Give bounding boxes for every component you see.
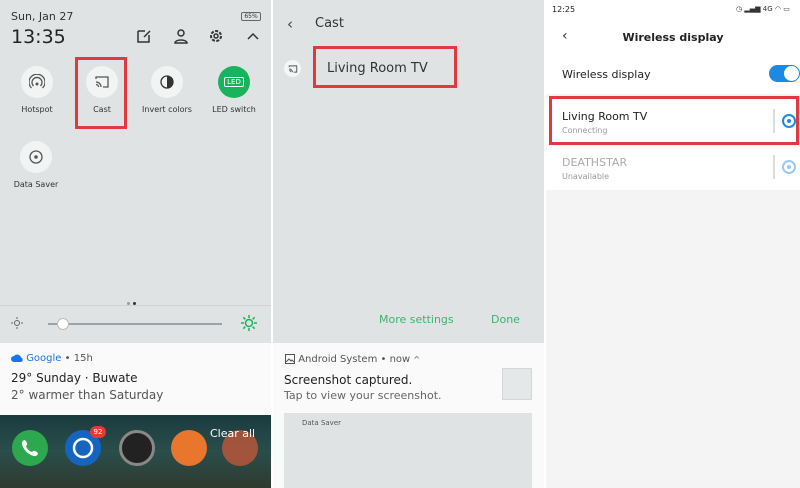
page-title: Wireless display <box>622 31 724 44</box>
led-icon: LED <box>224 77 244 87</box>
screenshot-preview: Data Saver <box>284 413 532 488</box>
highlight-box <box>549 96 799 145</box>
brightness-slider-track[interactable] <box>48 323 222 325</box>
highlight-box <box>313 46 457 88</box>
signal-icon: ▂▄▆ <box>744 5 761 13</box>
device-settings-icon[interactable] <box>782 160 796 174</box>
screenshot-notification[interactable]: Android System • now ^ Screenshot captur… <box>273 343 544 488</box>
notification-age: • 15h <box>64 353 93 364</box>
tile-label: Invert colors <box>142 105 192 114</box>
cloud-icon <box>11 354 23 362</box>
hotspot-icon <box>29 74 45 89</box>
notification-source: Google • 15h <box>11 353 93 364</box>
status-bar: 12:25 ◷ ▂▄▆ 4G ◠ ▭ <box>546 0 800 20</box>
done-button[interactable]: Done <box>491 313 520 326</box>
header: ‹ Wireless display <box>546 20 800 56</box>
clear-all-button[interactable]: Clear all <box>210 427 255 440</box>
notification-title: Screenshot captured. <box>284 373 413 387</box>
page-indicator <box>127 290 139 309</box>
page-title: Cast <box>315 16 344 31</box>
battery-icon: ▭ <box>783 5 790 13</box>
notification-title: 29° Sunday · Buwate <box>11 371 138 385</box>
tile-data-saver[interactable]: Data Saver <box>6 141 66 189</box>
notification-source: Android System • now ^ <box>285 354 420 365</box>
back-button[interactable]: ‹ <box>287 15 293 33</box>
camera-app-icon[interactable] <box>119 430 155 466</box>
chevron-up-icon[interactable]: ^ <box>413 355 420 364</box>
cast-icon <box>284 60 301 77</box>
device-name: DEATHSTAR <box>562 156 628 169</box>
status-time: 12:25 <box>552 5 576 14</box>
more-settings-button[interactable]: More settings <box>379 313 454 326</box>
user-icon[interactable] <box>173 28 189 44</box>
notification-age: • now <box>380 354 411 365</box>
phone-app-icon[interactable] <box>12 430 48 466</box>
brightness-low-icon <box>11 317 23 329</box>
notification-subtitle: 2° warmer than Saturday <box>11 388 164 402</box>
invert-colors-icon <box>160 75 174 89</box>
tile-hotspot[interactable]: Hotspot <box>7 66 67 114</box>
wifi-icon: ◠ <box>774 5 781 13</box>
screenshot-thumbnail[interactable] <box>502 368 532 400</box>
network-type: 4G <box>762 5 773 13</box>
recent-apps-dock: 92 Clear all <box>0 415 271 488</box>
device-status: Unavailable <box>562 172 610 181</box>
edit-icon[interactable] <box>136 28 152 44</box>
device-row-deathstar[interactable]: DEATHSTAR Unavailable <box>546 146 800 190</box>
quick-settings-panel: Sun, Jan 27 13:35 65% Hotspot Cast Inver… <box>0 0 271 488</box>
tile-label: LED switch <box>212 105 256 114</box>
brightness-slider-thumb[interactable] <box>57 318 69 330</box>
toggle-label: Wireless display <box>562 68 651 81</box>
alarm-icon: ◷ <box>736 5 743 13</box>
cast-panel: ‹ Cast Living Room TV More settings Done… <box>273 0 544 488</box>
chevron-up-icon[interactable] <box>245 28 261 44</box>
weather-notification[interactable]: Google • 15h 29° Sunday · Buwate 2° warm… <box>0 343 271 415</box>
clock: 13:35 <box>11 26 66 48</box>
preview-label: Data Saver <box>302 419 341 427</box>
notification-subtitle: Tap to view your screenshot. <box>284 389 442 402</box>
wireless-display-toggle-row[interactable]: Wireless display <box>546 56 800 94</box>
notification-app: Google <box>26 353 62 364</box>
data-saver-icon <box>29 150 43 164</box>
date-label: Sun, Jan 27 <box>11 10 74 23</box>
highlight-box <box>75 57 127 129</box>
browser-app-icon[interactable] <box>171 430 207 466</box>
status-icons: ◷ ▂▄▆ 4G ◠ ▭ <box>736 5 790 13</box>
wireless-display-panel: 12:25 ◷ ▂▄▆ 4G ◠ ▭ ‹ Wireless display Wi… <box>546 0 800 488</box>
battery-indicator: 65% <box>241 12 261 21</box>
tile-label: Data Saver <box>13 180 59 189</box>
divider <box>0 305 271 306</box>
tile-led-switch[interactable]: LED LED switch <box>204 66 264 114</box>
tile-invert-colors[interactable]: Invert colors <box>137 66 197 114</box>
image-icon <box>285 354 295 364</box>
tile-label: Hotspot <box>21 105 53 114</box>
badge-count: 92 <box>90 426 106 438</box>
wireless-display-toggle[interactable] <box>769 65 800 82</box>
auto-brightness-icon[interactable] <box>241 315 257 331</box>
gear-icon[interactable] <box>208 28 224 44</box>
divider <box>773 155 775 179</box>
notification-app: Android System <box>298 354 378 365</box>
